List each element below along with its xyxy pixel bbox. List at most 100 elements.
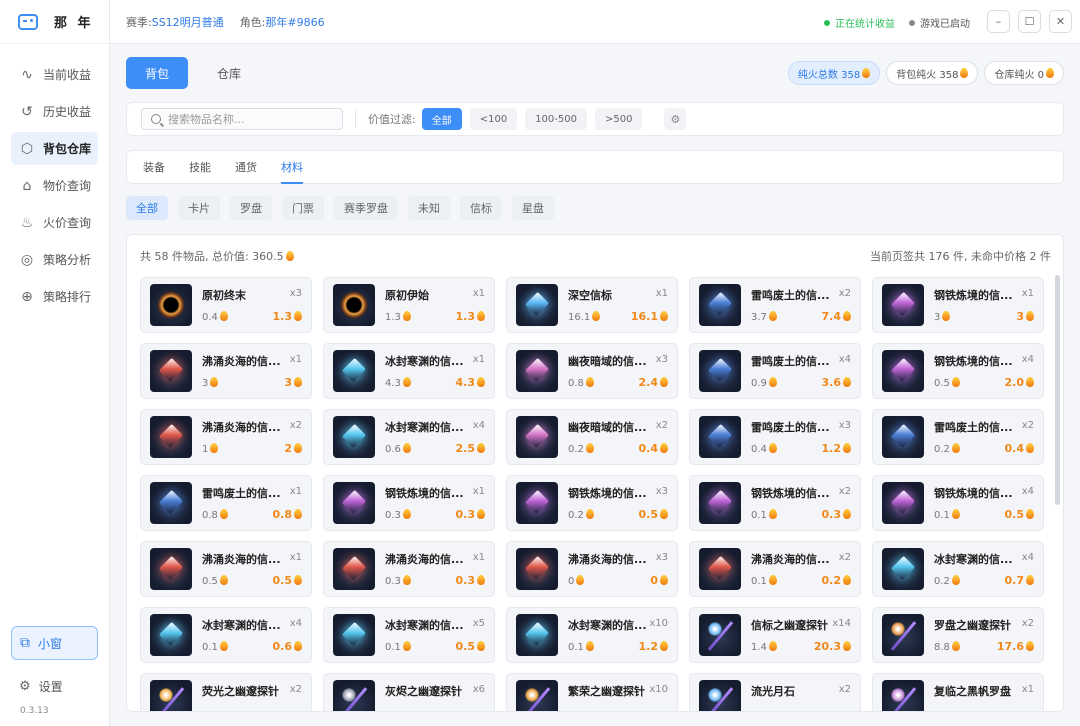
item-card[interactable]: 雷鸣废土的信... x3 0.4 1.2 [689, 409, 861, 465]
item-card[interactable]: 冰封寒渊的信... x4 0.6 2.5 [323, 409, 495, 465]
category-chip[interactable]: 赛季罗盘 [334, 196, 398, 220]
item-card[interactable]: 冰封寒渊的信... x4 0.1 0.6 [140, 607, 312, 663]
item-card[interactable]: 雷鸣废土的信... x4 0.9 3.6 [689, 343, 861, 399]
item-total-price: 2 [284, 442, 302, 455]
minimize-button[interactable]: – [987, 10, 1010, 33]
item-card[interactable]: 灰烬之幽邃探针 x6 [323, 673, 495, 711]
item-card[interactable]: 荧光之幽邃探针 x2 [140, 673, 312, 711]
item-card[interactable]: 原初伊始 x1 1.3 1.3 [323, 277, 495, 333]
value-filter-lt100[interactable]: <100 [469, 108, 518, 130]
item-card[interactable]: 钢铁炼境的信... x4 0.5 2.0 [872, 343, 1044, 399]
settings-button[interactable]: ⚙ 设置 [11, 672, 98, 700]
tab-skills[interactable]: 技能 [189, 150, 211, 184]
item-total-price: 0.8 [273, 508, 302, 521]
page-summary: 当前页签共 176 件, 未命中价格 2 件 [870, 250, 1051, 263]
sidebar-item-3[interactable]: ⌂ 物价查询 [11, 169, 98, 202]
item-quantity: x10 [649, 684, 668, 695]
crystal-icon [524, 291, 550, 317]
item-card[interactable]: 沸涌炎海的信... x2 1 2 [140, 409, 312, 465]
category-chip[interactable]: 门票 [282, 196, 324, 220]
item-card[interactable]: 信标之幽邃探针 x14 1.4 20.3 [689, 607, 861, 663]
item-total-price: 0.3 [822, 508, 851, 521]
item-total-price: 1.2 [822, 442, 851, 455]
item-thumbnail [882, 614, 924, 656]
category-chip[interactable]: 信标 [460, 196, 502, 220]
tab-backpack[interactable]: 背包 [126, 57, 188, 89]
sidebar-item-6[interactable]: ⊕ 策略排行 [11, 280, 98, 313]
sidebar-item-4[interactable]: ♨ 火价查询 [11, 206, 98, 239]
item-card[interactable]: 雷鸣废土的信... x2 3.7 7.4 [689, 277, 861, 333]
category-chip[interactable]: 全部 [126, 196, 168, 220]
item-name: 钢铁炼境的信... [751, 487, 830, 500]
category-chip[interactable]: 未知 [408, 196, 450, 220]
tab-currency[interactable]: 通货 [235, 150, 257, 184]
item-card[interactable]: 幽夜暗域的信... x3 0.8 2.4 [506, 343, 678, 399]
value-filter-gt500[interactable]: >500 [594, 108, 643, 130]
sidebar-item-0[interactable]: ∿ 当前收益 [11, 58, 98, 91]
item-quantity: x2 [289, 420, 302, 431]
scrollbar[interactable] [1055, 275, 1060, 505]
item-card[interactable]: 冰封寒渊的信... x5 0.1 0.5 [323, 607, 495, 663]
item-card[interactable]: 冰封寒渊的信... x10 0.1 1.2 [506, 607, 678, 663]
item-thumbnail [333, 548, 375, 590]
category-chip[interactable]: 星盘 [512, 196, 554, 220]
item-card[interactable]: 钢铁炼境的信... x3 0.2 0.5 [506, 475, 678, 531]
value-filter-100-500[interactable]: 100-500 [525, 108, 587, 130]
search-input[interactable]: 搜索物品名称... [141, 108, 343, 130]
item-quantity: x4 [1021, 552, 1034, 563]
category-chip[interactable]: 卡片 [178, 196, 220, 220]
item-total-price: 3.6 [822, 376, 851, 389]
item-card[interactable]: 冰封寒渊的信... x1 4.3 4.3 [323, 343, 495, 399]
mini-window-button[interactable]: ⧉ 小窗 [11, 626, 98, 660]
item-card[interactable]: 钢铁炼境的信... x1 0.3 0.3 [323, 475, 495, 531]
sidebar-item-5[interactable]: ◎ 策略分析 [11, 243, 98, 276]
item-card[interactable]: 钢铁炼境的信... x2 0.1 0.3 [689, 475, 861, 531]
tab-warehouse[interactable]: 仓库 [198, 57, 260, 89]
item-card[interactable]: 钢铁炼境的信... x1 3 3 [872, 277, 1044, 333]
item-card[interactable]: 冰封寒渊的信... x4 0.2 0.7 [872, 541, 1044, 597]
compass-icon: ◎ [20, 251, 34, 268]
item-thumbnail [333, 284, 375, 326]
item-card[interactable]: 复临之黑帆罗盘 x1 [872, 673, 1044, 711]
category-chip[interactable]: 罗盘 [230, 196, 272, 220]
item-card[interactable]: 深空信标 x1 16.1 16.1 [506, 277, 678, 333]
close-button[interactable]: ✕ [1049, 10, 1072, 33]
item-total-price: 1.3 [273, 310, 302, 323]
item-thumbnail [150, 680, 192, 711]
flame-icon [402, 377, 411, 387]
item-unit-price: 0.2 [568, 443, 594, 455]
item-card[interactable]: 雷鸣废土的信... x2 0.2 0.4 [872, 409, 1044, 465]
flame-icon [768, 311, 777, 321]
item-card[interactable]: 沸涌炎海的信... x3 0 0 [506, 541, 678, 597]
sidebar-item-1[interactable]: ↺ 历史收益 [11, 95, 98, 128]
item-total-price: 2.5 [456, 442, 485, 455]
filter-settings-button[interactable]: ⚙ [664, 108, 687, 130]
flame-icon [294, 509, 302, 519]
item-unit-price: 3.7 [751, 311, 777, 323]
item-card[interactable]: 沸涌炎海的信... x1 0.3 0.3 [323, 541, 495, 597]
item-name: 沸涌炎海的信... [202, 553, 281, 566]
tab-equipment[interactable]: 装备 [143, 150, 165, 184]
item-card[interactable]: 繁荣之幽邃探针 x10 [506, 673, 678, 711]
item-card[interactable]: 沸涌炎海的信... x1 3 3 [140, 343, 312, 399]
item-card[interactable]: 流光月石 x2 [689, 673, 861, 711]
item-card[interactable]: 原初终末 x3 0.4 1.3 [140, 277, 312, 333]
value-filter-all[interactable]: 全部 [421, 108, 462, 130]
item-card[interactable]: 罗盘之幽邃探针 x2 8.8 17.6 [872, 607, 1044, 663]
sidebar-item-2[interactable]: ⬡ 背包仓库 [11, 132, 98, 165]
item-quantity: x10 [649, 618, 668, 629]
item-card[interactable]: 沸涌炎海的信... x2 0.1 0.2 [689, 541, 861, 597]
crystal-icon [707, 555, 733, 581]
item-card[interactable]: 钢铁炼境的信... x4 0.1 0.5 [872, 475, 1044, 531]
sidebar-nav: ∿ 当前收益 ↺ 历史收益 ⬡ 背包仓库 ⌂ 物价查询 ♨ 火价查询 ◎ 策略分析 ⊕ 策略排行 [0, 44, 109, 313]
flame-icon [1026, 377, 1034, 387]
item-card[interactable]: 沸涌炎海的信... x1 0.5 0.5 [140, 541, 312, 597]
item-card[interactable]: 幽夜暗域的信... x2 0.2 0.4 [506, 409, 678, 465]
maximize-button[interactable]: ☐ [1018, 10, 1041, 33]
item-unit-price: 0.5 [934, 377, 960, 389]
item-name: 冰封寒渊的信... [934, 553, 1013, 566]
item-card[interactable]: 雷鸣废土的信... x1 0.8 0.8 [140, 475, 312, 531]
tab-materials[interactable]: 材料 [281, 150, 303, 184]
item-quantity: x1 [289, 552, 302, 563]
item-thumbnail [333, 350, 375, 392]
